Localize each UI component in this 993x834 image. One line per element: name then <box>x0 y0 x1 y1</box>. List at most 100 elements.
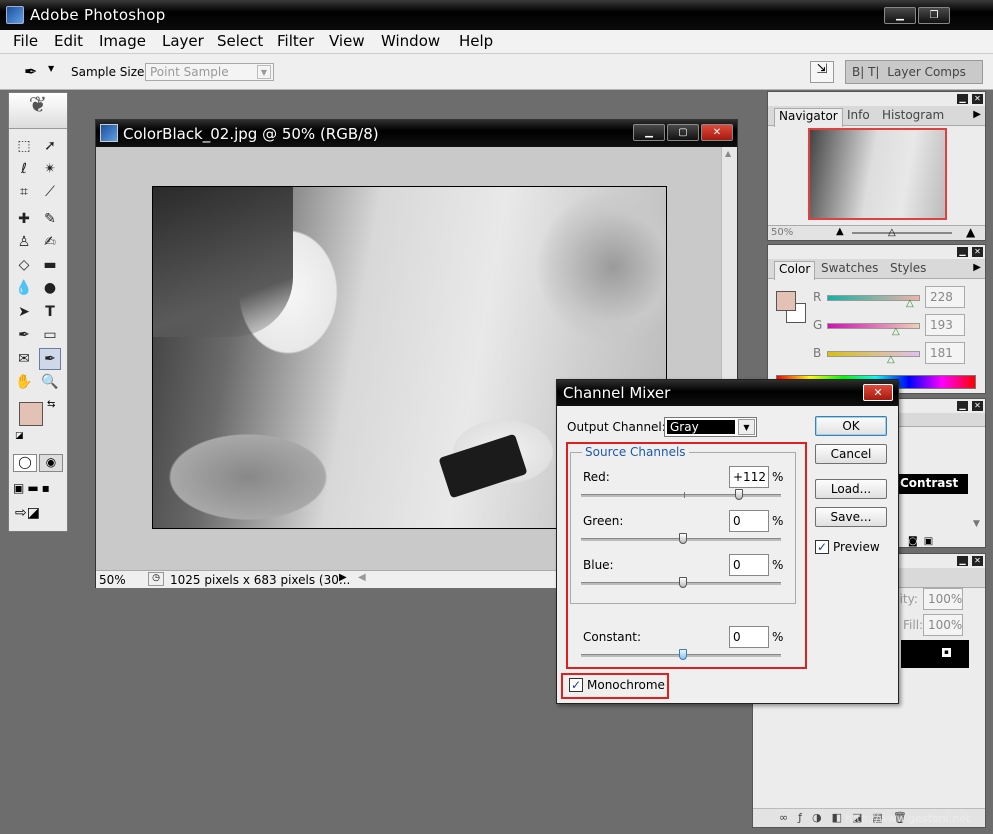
marquee-tool-icon[interactable]: ⬚ <box>13 135 35 157</box>
eyedropper-tool-preset-icon[interactable]: ✒ <box>24 62 37 81</box>
zoom-out-icon[interactable]: ▲ <box>836 226 844 237</box>
screen-mode-icons[interactable]: ▣▬▪ <box>13 481 53 495</box>
type-tool-icon[interactable]: T <box>39 301 61 323</box>
crop-tool-icon[interactable]: ⌗ <box>13 181 35 203</box>
opacity-value[interactable]: 100% <box>923 588 963 610</box>
red-channel-input[interactable]: +112 <box>729 466 769 488</box>
panel-minimize-icon[interactable]: ▁ <box>957 94 968 104</box>
panel-menu-icon[interactable]: ▶ <box>973 109 981 120</box>
layer-row-selected[interactable]: ▪ <box>901 640 969 668</box>
output-channel-select[interactable]: Gray ▼ <box>664 417 757 437</box>
actions-footer-icons[interactable]: ◙▣ <box>908 536 939 547</box>
green-slider[interactable] <box>827 323 920 329</box>
scroll-left-icon[interactable]: ◀ <box>358 572 366 583</box>
panel-minimize-icon[interactable]: ▁ <box>957 401 968 411</box>
green-channel-input[interactable]: 0 <box>729 510 769 532</box>
fill-value[interactable]: 100% <box>923 614 963 636</box>
minimize-button[interactable]: ▁ <box>884 7 916 24</box>
tab-navigator[interactable]: Navigator <box>774 108 843 127</box>
tab-info[interactable]: Info <box>847 108 870 122</box>
lasso-tool-icon[interactable]: ℓ <box>13 158 35 180</box>
doc-close-button[interactable]: ✕ <box>701 124 733 141</box>
preview-checkbox[interactable]: ✓ <box>815 540 829 554</box>
feather-logo-icon[interactable]: ❦ <box>9 93 67 129</box>
doc-minimize-button[interactable]: ▁ <box>633 124 665 141</box>
tab-color[interactable]: Color <box>774 261 816 280</box>
green-channel-thumb[interactable] <box>679 533 687 544</box>
ok-button[interactable]: OK <box>815 416 887 436</box>
standard-mode-icon[interactable]: ◯ <box>13 454 37 472</box>
eyedropper-tool-icon[interactable]: ✒ <box>39 348 61 370</box>
status-menu-arrow-icon[interactable]: ▶ <box>339 572 347 583</box>
dodge-tool-icon[interactable]: ● <box>39 277 61 299</box>
file-browser-icon[interactable]: ⇲ <box>810 61 834 83</box>
panel-minimize-icon[interactable]: ▁ <box>957 247 968 257</box>
constant-input[interactable]: 0 <box>729 626 769 648</box>
red-channel-thumb[interactable] <box>735 489 743 500</box>
healing-brush-tool-icon[interactable]: ✚ <box>13 208 35 230</box>
brush-tool-icon[interactable]: ✎ <box>39 208 61 230</box>
panel-minimize-icon[interactable]: ▁ <box>957 556 968 566</box>
pen-tool-icon[interactable]: ✒ <box>13 324 35 346</box>
menu-layer[interactable]: Layer <box>162 32 204 50</box>
preview-label[interactable]: Preview <box>833 540 880 554</box>
load-button[interactable]: Load... <box>815 479 887 499</box>
menu-filter[interactable]: Filter <box>277 32 314 50</box>
notes-tool-icon[interactable]: ✉ <box>13 348 35 370</box>
hand-tool-icon[interactable]: ✋ <box>13 371 35 393</box>
monochrome-checkbox[interactable]: ✓ <box>569 678 583 692</box>
blue-slider-thumb[interactable]: △ <box>887 354 895 365</box>
eraser-tool-icon[interactable]: ◇ <box>13 254 35 276</box>
blue-channel-input[interactable]: 0 <box>729 554 769 576</box>
menu-edit[interactable]: Edit <box>54 32 83 50</box>
panel-menu-icon[interactable]: ▶ <box>973 262 981 273</box>
green-value[interactable]: 193 <box>925 314 965 336</box>
status-options-icon[interactable]: ◷ <box>148 572 164 586</box>
panel-close-icon[interactable]: ✕ <box>972 247 983 257</box>
panel-close-icon[interactable]: ✕ <box>972 94 983 104</box>
red-channel-track[interactable] <box>581 494 781 497</box>
swap-colors-icon[interactable]: ⇆ <box>47 399 55 410</box>
menu-image[interactable]: Image <box>99 32 146 50</box>
zoom-level[interactable]: 50% <box>99 573 126 587</box>
restore-button[interactable]: ❐ <box>918 7 950 24</box>
zoom-slider-track[interactable] <box>852 232 952 234</box>
color-fg-swatch[interactable] <box>776 291 796 311</box>
monochrome-label[interactable]: Monochrome <box>587 678 665 692</box>
dialog-close-button[interactable]: ✕ <box>863 384 893 401</box>
actions-list-item[interactable]: Contrast <box>898 474 968 494</box>
gradient-tool-icon[interactable]: ▬ <box>39 254 61 276</box>
blur-tool-icon[interactable]: 💧 <box>13 277 35 299</box>
jump-to-imageready-icon[interactable]: ⇨◪ <box>15 505 40 521</box>
shape-tool-icon[interactable]: ▭ <box>39 324 61 346</box>
menu-window[interactable]: Window <box>381 32 440 50</box>
scroll-down-icon[interactable]: ▼ <box>973 519 980 529</box>
clone-stamp-tool-icon[interactable]: ♙ <box>13 231 35 253</box>
tab-histogram[interactable]: Histogram <box>882 108 944 122</box>
path-selection-tool-icon[interactable]: ➤ <box>13 301 35 323</box>
magic-wand-tool-icon[interactable]: ✴ <box>39 158 61 180</box>
navigator-thumbnail[interactable] <box>808 128 947 220</box>
constant-thumb[interactable] <box>679 649 687 660</box>
default-colors-icon[interactable]: ◪ <box>15 431 24 441</box>
menu-file[interactable]: File <box>13 32 38 50</box>
palette-well[interactable]: B| T| Layer Comps <box>845 60 983 84</box>
tab-styles[interactable]: Styles <box>890 261 926 275</box>
foreground-color-swatch[interactable] <box>19 402 43 426</box>
zoom-in-icon[interactable]: ▲ <box>966 225 975 239</box>
menu-view[interactable]: View <box>329 32 365 50</box>
slice-tool-icon[interactable]: ⟋ <box>39 181 61 203</box>
green-slider-thumb[interactable]: △ <box>892 326 900 337</box>
red-value[interactable]: 228 <box>925 286 965 308</box>
save-button[interactable]: Save... <box>815 507 887 527</box>
zoom-tool-icon[interactable]: 🔍 <box>39 371 61 393</box>
red-slider-thumb[interactable]: △ <box>906 298 914 309</box>
cancel-button[interactable]: Cancel <box>815 444 887 464</box>
sample-size-select[interactable]: Point Sample ▼ <box>145 63 274 81</box>
scroll-up-icon[interactable]: ▲ <box>725 149 731 158</box>
move-tool-icon[interactable]: ➚ <box>39 135 61 157</box>
blue-channel-thumb[interactable] <box>679 577 687 588</box>
layer-comps-tab[interactable]: Layer Comps <box>887 65 966 79</box>
zoom-slider-thumb[interactable]: △ <box>888 227 896 238</box>
menu-select[interactable]: Select <box>217 32 263 50</box>
